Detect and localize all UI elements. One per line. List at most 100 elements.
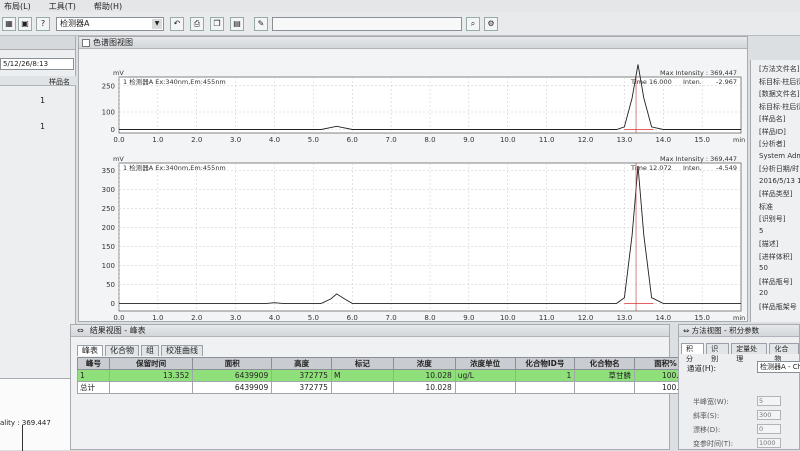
info-line: 标目标·柱后衍 — [759, 102, 800, 111]
param-input[interactable]: 300 — [757, 410, 781, 420]
sample-select[interactable]: 5/12/26/8:13 — [0, 58, 74, 70]
column-header[interactable]: 峰号 — [76, 357, 111, 370]
y-tick-label: 300 — [102, 186, 115, 194]
tab-identification[interactable]: 识别 — [706, 343, 730, 363]
chevron-down-icon: ▼ — [152, 19, 162, 29]
grid-icon[interactable]: ▦ — [2, 17, 16, 31]
y-unit-label: mV — [113, 155, 124, 163]
y-tick-label: 200 — [102, 224, 115, 232]
y-tick-label: 250 — [102, 82, 115, 90]
y-tick-label: 100 — [102, 109, 115, 117]
table-cell: 372775 — [271, 381, 332, 394]
table-cell: 372775 — [271, 369, 332, 382]
x-tick-label: 4.0 — [269, 136, 280, 144]
pen-icon[interactable]: ✎ — [254, 17, 268, 31]
table-cell — [330, 381, 394, 394]
table-cell: 总计 — [76, 381, 111, 394]
x-tick-label: 4.0 — [269, 314, 280, 321]
x-tick-label: 12.0 — [578, 136, 594, 144]
left-value: 1 — [40, 96, 46, 105]
menu-help[interactable]: 帮助(H) — [94, 1, 122, 12]
tab-quantitation[interactable]: 定量处理 — [731, 343, 768, 363]
table-row[interactable]: 113.3526439909372775M10.028ug/L1草甘膦100.0… — [76, 369, 697, 382]
help-icon[interactable]: ? — [36, 17, 50, 31]
x-tick-label: 9.0 — [463, 314, 474, 321]
x-tick-label: 12.0 — [578, 314, 594, 321]
mini-intensity: ality : 369.447 — [0, 419, 51, 427]
menu-tools[interactable]: 工具(T) — [49, 1, 76, 12]
x-unit-label: min — [733, 314, 745, 321]
command-input[interactable] — [272, 17, 462, 31]
tab-compound[interactable]: 化合物 — [105, 345, 139, 356]
y-tick-label: 150 — [102, 243, 115, 251]
x-tick-label: 2.0 — [191, 314, 202, 321]
info-line: [样品瓶号] — [759, 277, 793, 286]
info-line: 2016/5/13 10 — [759, 176, 800, 185]
info-line: 20 — [759, 289, 768, 297]
chrom-title: 色谱图视图 — [93, 38, 133, 47]
window-icon — [82, 39, 90, 47]
table-cell: 6439909 — [192, 381, 273, 394]
x-tick-label: 6.0 — [347, 136, 358, 144]
column-header[interactable]: 标记 — [330, 357, 394, 370]
table-icon[interactable]: ▤ — [230, 17, 244, 31]
column-header[interactable]: 保留时间 — [109, 357, 194, 370]
table-cell: M — [330, 369, 394, 382]
chromatogram-svg[interactable]: 0.0 1.0 2.0 3.0 4.0 5.0 6.0 7.0 8.0 9.0 10.0 11.0 12… — [79, 49, 747, 322]
menu-layout[interactable]: 布局(L) — [4, 1, 31, 12]
chrom-pane-title: 色谱图视图 — [79, 37, 747, 49]
info-line: 50 — [759, 264, 768, 272]
settings-icon[interactable]: ⚙ — [484, 17, 498, 31]
undo-icon[interactable]: ↶ — [170, 17, 184, 31]
results-tabs: 峰表 化合物 组 校准曲线 — [77, 345, 203, 356]
column-header[interactable]: 高度 — [271, 357, 332, 370]
detector-select[interactable]: 检测器A ▼ — [56, 17, 164, 31]
peak-table: 峰号 保留时间 面积 高度 标记 浓度 浓度单位 化合物ID号 化合物名 面积% 1 13.352 6… — [76, 357, 697, 394]
table-row[interactable]: 总计643990937277510.028100.000 — [76, 381, 697, 394]
x-tick-label: 9.0 — [463, 136, 474, 144]
mini-peak-line — [22, 425, 23, 451]
column-header[interactable]: 浓度单位 — [454, 357, 516, 370]
column-header[interactable]: 化合物名 — [574, 357, 635, 370]
x-tick-label: 7.0 — [386, 314, 397, 321]
tab-group[interactable]: 组 — [141, 345, 159, 356]
x-tick-label: 15.0 — [694, 314, 710, 321]
arrows-icon: ⇔ — [683, 326, 692, 335]
table-cell — [109, 381, 194, 394]
x-tick-label: 1.0 — [152, 314, 163, 321]
max-intensity-label: Max Intensity : 369,447 — [660, 155, 737, 163]
param-label: 半峰宽(W): — [693, 398, 729, 406]
param-input[interactable]: 1000 — [757, 438, 781, 448]
results-title-bar: ⇔ 结果视图 - 峰表 — [71, 325, 669, 337]
table-cell: ug/L — [454, 369, 516, 382]
column-header[interactable]: 面积 — [192, 357, 273, 370]
info-line: 标目标·柱后衍 — [759, 77, 800, 86]
x-tick-label: 6.0 — [347, 314, 358, 321]
info-line: [识别号] — [759, 215, 786, 223]
param-input[interactable]: 0 — [757, 424, 781, 434]
tab-compound[interactable]: 化合物 — [769, 343, 800, 363]
inten-label: Inten. — [683, 164, 702, 172]
menu-bar: 布局(L) 工具(T) 帮助(H) — [0, 0, 800, 12]
column-header[interactable]: 化合物ID号 — [514, 357, 576, 370]
tab-peak-table[interactable]: 峰表 — [77, 345, 103, 356]
print-icon[interactable]: ⎙ — [190, 17, 204, 31]
mini-chrom: ality : 369.447 — [0, 378, 76, 451]
tab-calibration[interactable]: 校准曲线 — [161, 345, 203, 356]
integration-title-bar: ⇔ 方法视图 - 积分参数 — [679, 325, 799, 337]
y-tick-label: 0 — [111, 300, 115, 308]
x-tick-label: 8.0 — [424, 314, 435, 321]
copy-icon[interactable]: ❐ — [210, 17, 224, 31]
x-tick-label: 14.0 — [655, 136, 671, 144]
left-column-header: 样品名 — [0, 76, 76, 86]
table-cell: 1 — [76, 369, 111, 382]
table-cell: 6439909 — [192, 369, 273, 382]
tab-integration[interactable]: 积分 — [681, 343, 705, 363]
param-input[interactable]: 5 — [757, 396, 781, 406]
window-icon[interactable]: ▣ — [18, 17, 32, 31]
channel-select[interactable]: 检测器A - Ch — [757, 361, 800, 373]
search-icon[interactable]: ⌕ — [466, 17, 480, 31]
integration-pane: ⇔ 方法视图 - 积分参数 积分 识别 定量处理 化合物 通道(H): 检测器A… — [678, 324, 800, 450]
info-line: [样品类型] — [759, 190, 793, 198]
column-header[interactable]: 浓度 — [392, 357, 456, 370]
